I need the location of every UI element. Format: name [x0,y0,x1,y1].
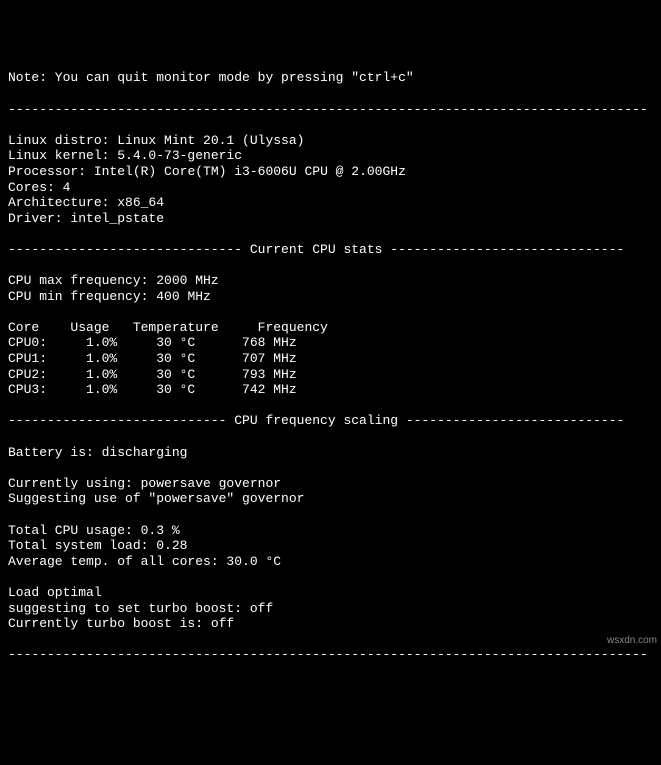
arch-value: x86_64 [117,195,164,210]
driver-value: intel_pstate [70,211,164,226]
turbo-current: Currently turbo boost is: off [8,616,234,631]
cores-label: Cores: [8,180,63,195]
divider: ----------------------------------------… [8,647,648,662]
kernel-value: 5.4.0-73-generic [117,148,242,163]
governor-current: Currently using: powersave governor [8,476,281,491]
distro-value: Linux Mint 20.1 (Ulyssa) [117,133,304,148]
terminal-output: Note: You can quit monitor mode by press… [8,70,653,663]
note-line: Note: You can quit monitor mode by press… [8,70,414,85]
governor-suggest: Suggesting use of "powersave" governor [8,491,304,506]
processor-label: Processor: [8,164,94,179]
load-status: Load optimal [8,585,102,600]
divider: ----------------------------------------… [8,102,648,117]
scaling-header: ---------------------------- CPU frequen… [8,413,624,428]
min-freq-label: CPU min frequency: [8,289,156,304]
core-row: CPU0: 1.0% 30 °C 768 MHz [8,335,297,350]
max-freq-label: CPU max frequency: [8,273,156,288]
kernel-label: Linux kernel: [8,148,117,163]
total-usage: Total CPU usage: 0.3 % [8,523,180,538]
core-table-header: Core Usage Temperature Frequency [8,320,328,335]
distro-label: Linux distro: [8,133,117,148]
core-row: CPU3: 1.0% 30 °C 742 MHz [8,382,297,397]
turbo-suggest: suggesting to set turbo boost: off [8,601,273,616]
max-freq-value: 2000 MHz [156,273,218,288]
stats-header: ------------------------------ Current C… [8,242,624,257]
arch-label: Architecture: [8,195,117,210]
cores-value: 4 [63,180,71,195]
driver-label: Driver: [8,211,70,226]
core-row: CPU2: 1.0% 30 °C 793 MHz [8,367,297,382]
min-freq-value: 400 MHz [156,289,211,304]
core-row: CPU1: 1.0% 30 °C 707 MHz [8,351,297,366]
battery-status: Battery is: discharging [8,445,187,460]
avg-temp: Average temp. of all cores: 30.0 °C [8,554,281,569]
watermark: wsxdn.com [607,635,657,647]
total-load: Total system load: 0.28 [8,538,187,553]
processor-value: Intel(R) Core(TM) i3-6006U CPU @ 2.00GHz [94,164,406,179]
